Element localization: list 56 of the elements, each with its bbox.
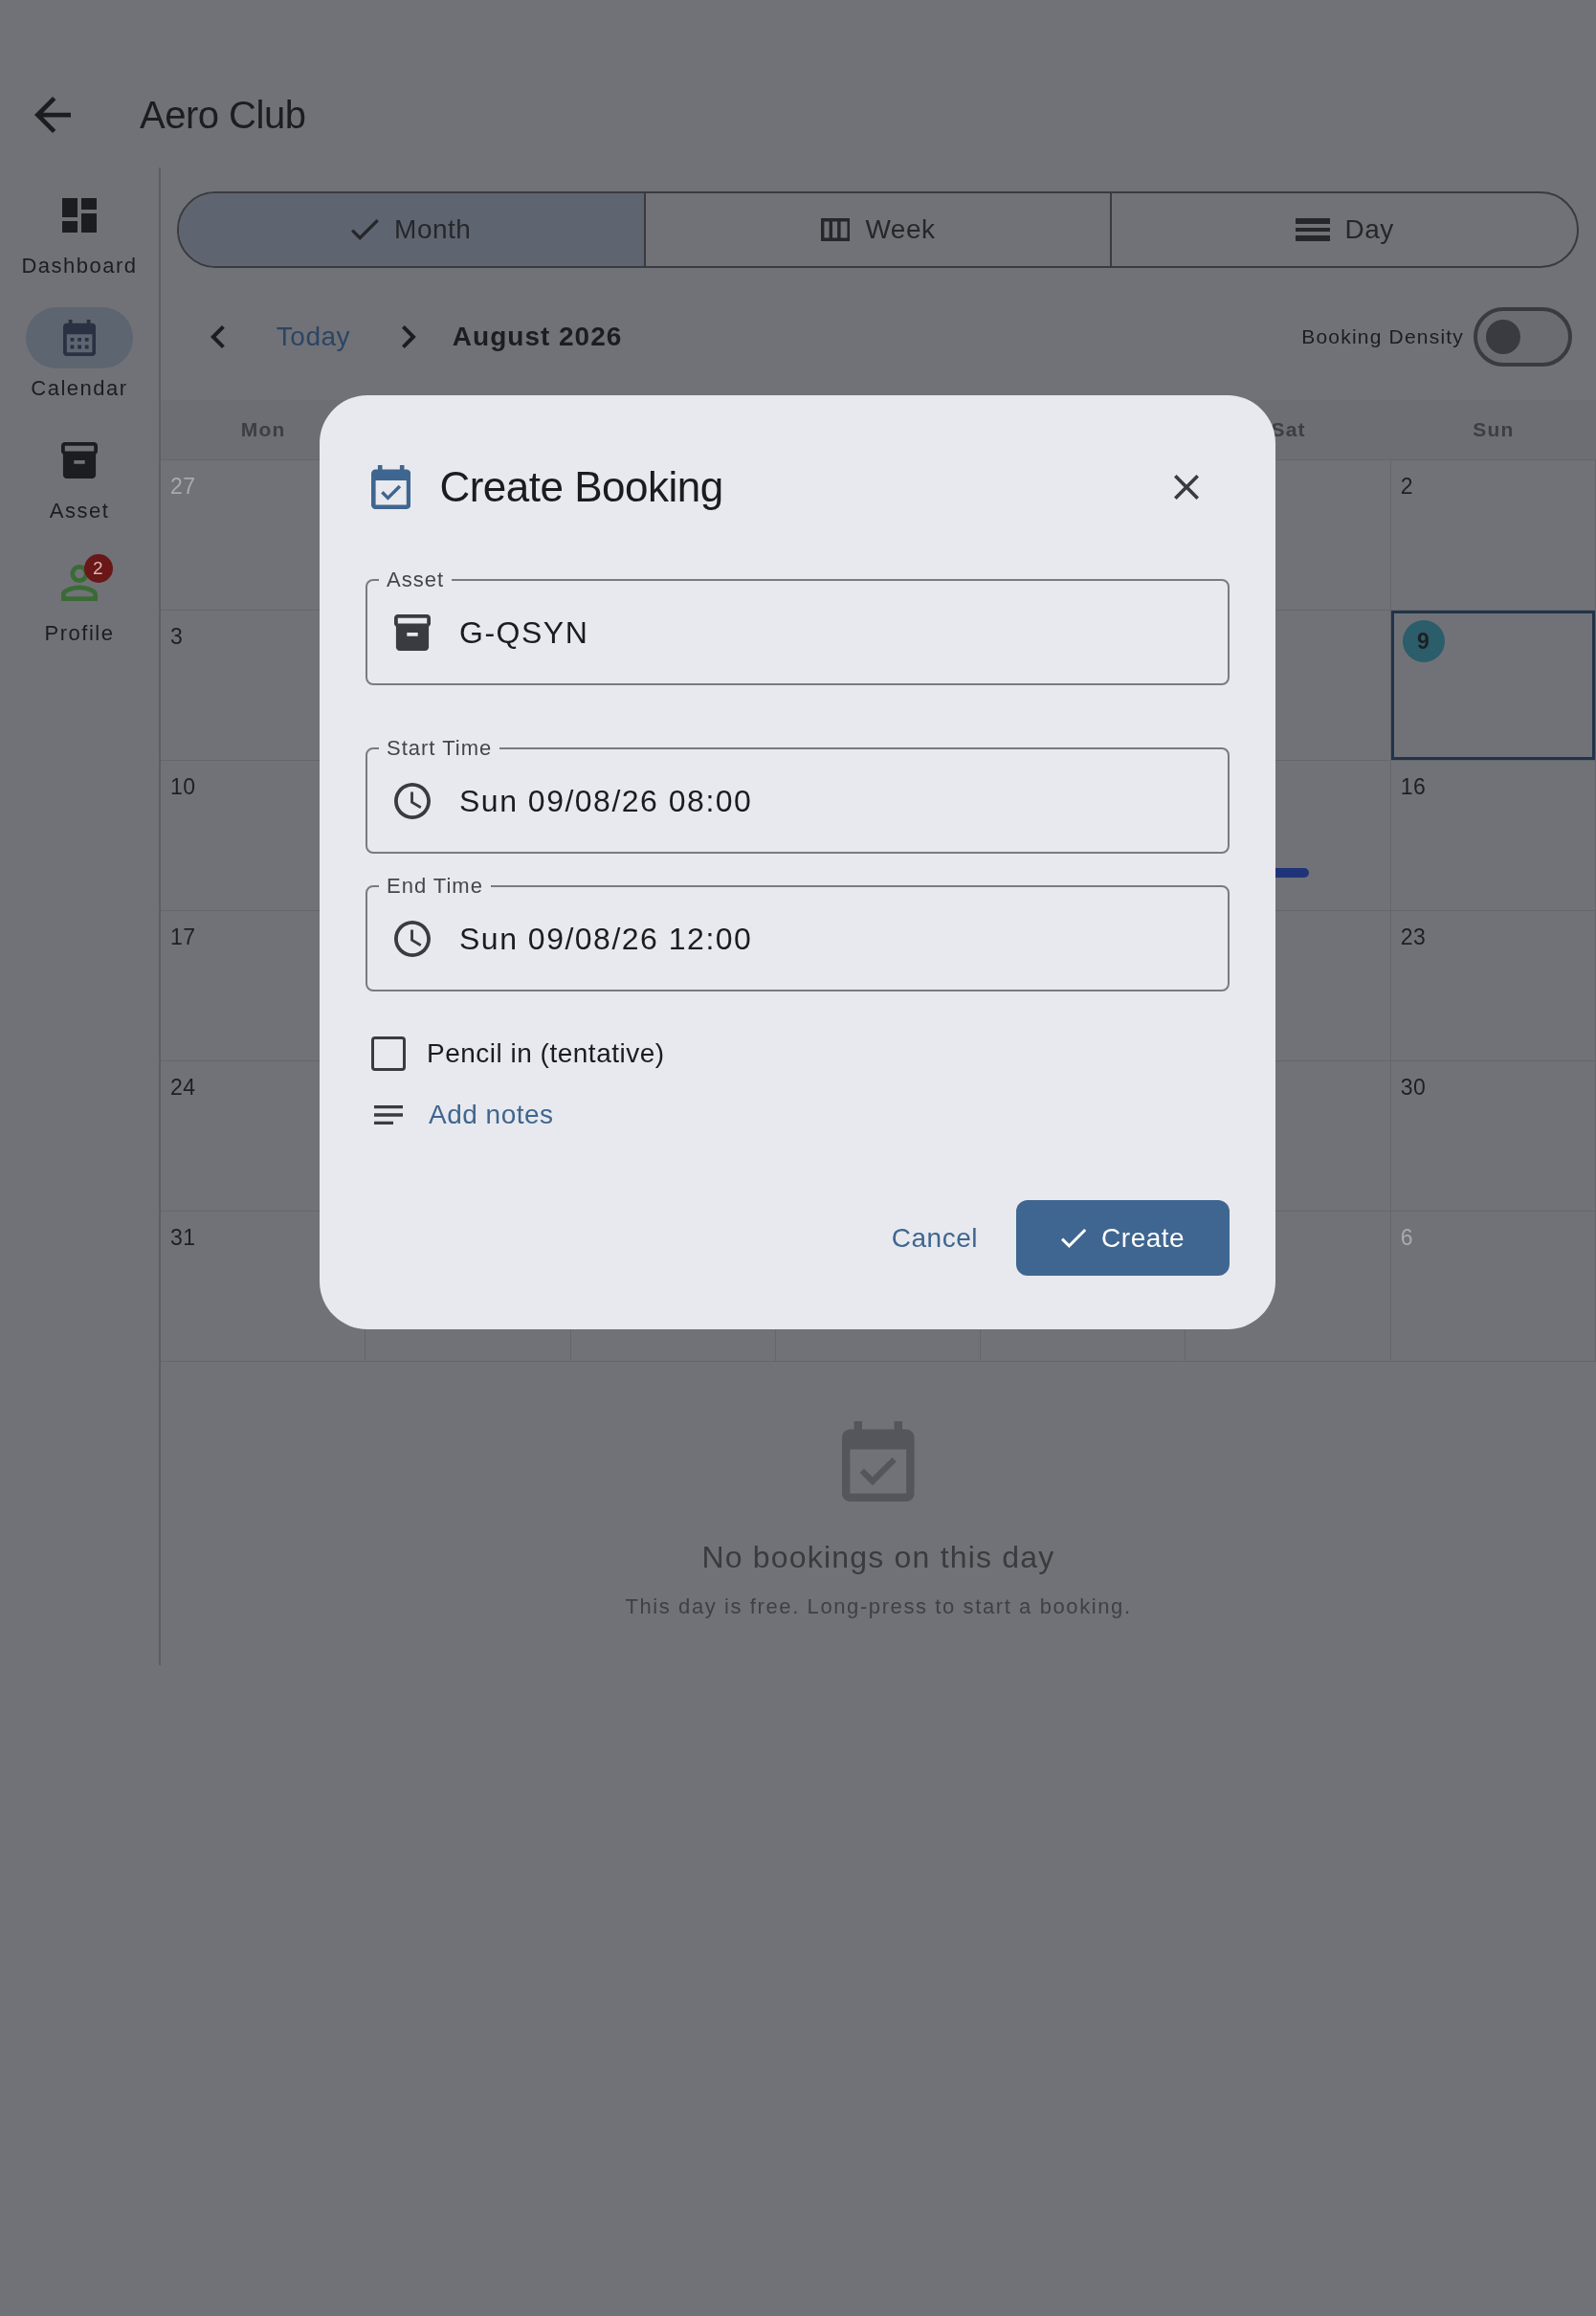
day-rows-icon [1295, 218, 1330, 241]
app-title: Aero Club [140, 93, 306, 137]
add-notes-link[interactable]: Add notes [429, 1100, 554, 1130]
today-link[interactable]: Today [276, 322, 351, 352]
week-columns-icon [820, 218, 851, 241]
day-number: 31 [170, 1224, 196, 1252]
day-number: 24 [170, 1074, 196, 1102]
month-title: August 2026 [452, 322, 623, 352]
day-number: 23 [1400, 924, 1427, 951]
check-icon [351, 219, 380, 240]
back-arrow-icon [34, 97, 71, 133]
day-number: 17 [170, 924, 196, 951]
calendar-day-cell[interactable]: 30 [1390, 1061, 1596, 1212]
check-icon [1060, 1228, 1087, 1248]
calendar-day-cell[interactable]: 23 [1390, 911, 1596, 1061]
dashboard-icon [62, 198, 97, 233]
dialog-title: Create Booking [439, 463, 724, 511]
clock-icon [394, 921, 431, 957]
view-tab[interactable]: Month [179, 193, 644, 266]
calendar-icon [62, 320, 97, 356]
cancel-button[interactable]: Cancel [877, 1200, 991, 1276]
nav-item[interactable]: 2 Profile [26, 552, 133, 648]
calendar-day-cell[interactable]: 9 [1390, 611, 1596, 761]
archive-box-icon [61, 442, 98, 479]
calendar-check-icon [842, 1421, 915, 1502]
close-icon [1174, 475, 1199, 500]
day-number: 27 [170, 473, 196, 501]
field-label: End Time [386, 874, 484, 899]
calendar-day-cell[interactable]: 6 [1390, 1212, 1596, 1362]
create-button[interactable]: Create [1016, 1200, 1230, 1276]
clock-icon [394, 783, 431, 819]
day-number: 10 [170, 773, 196, 801]
tentative-checkbox[interactable]: Pencil in (tentative) [366, 1033, 1230, 1075]
day-number: 9 [1402, 620, 1445, 662]
day-number: 3 [170, 623, 184, 651]
day-number: 2 [1400, 473, 1413, 501]
nav-item[interactable]: Dashboard [21, 185, 138, 280]
view-tab[interactable]: Day [1110, 193, 1577, 266]
day-number: 6 [1400, 1224, 1413, 1252]
notes-icon [374, 1105, 403, 1125]
empty-state-title: No bookings on this day [701, 1540, 1055, 1575]
notification-badge: 2 [84, 554, 113, 583]
day-number: 30 [1400, 1074, 1427, 1102]
field-label: Asset [386, 568, 446, 592]
view-tab[interactable]: Week [643, 193, 1111, 266]
chevron-right-icon [402, 325, 416, 348]
field-label: Start Time [386, 736, 494, 761]
back-button[interactable] [34, 97, 71, 133]
archive-box-icon [394, 614, 431, 651]
calendar-check-icon [371, 465, 411, 509]
toggle-label: Booking Density [1301, 325, 1464, 348]
day-number: 16 [1400, 773, 1427, 801]
chevron-left-icon [211, 325, 225, 348]
nav-item[interactable]: Asset [26, 430, 133, 525]
calendar-day-cell[interactable]: 2 [1390, 460, 1596, 611]
calendar-day-cell[interactable]: 16 [1390, 761, 1596, 911]
